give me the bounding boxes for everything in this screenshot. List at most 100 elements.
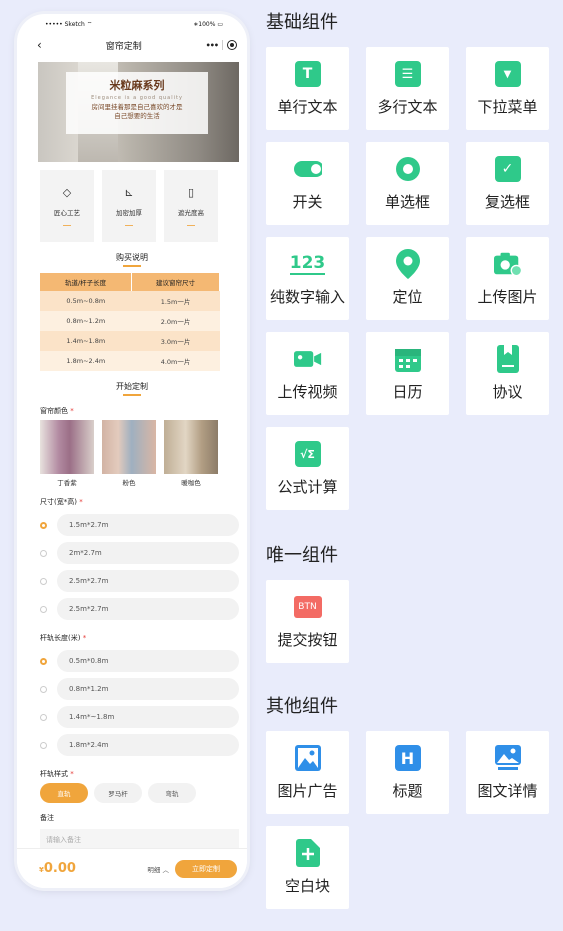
more-icon[interactable]: •••	[206, 41, 219, 50]
detail-toggle[interactable]: 明细 ︿	[147, 864, 169, 874]
component-agreement[interactable]: 协议	[466, 332, 549, 415]
feature-card: ⊾ 加密加厚	[102, 170, 156, 242]
component-label: 提交按钮	[277, 631, 338, 649]
radio-icon[interactable]	[40, 549, 47, 557]
table-header: 建议窗帘尺寸	[131, 273, 220, 291]
buy-guide-title: 购买说明	[17, 252, 247, 267]
number-glyph: 123	[289, 253, 326, 275]
table-row: 1.8m~2.4m 4.0m一片	[40, 351, 220, 371]
size-option[interactable]: 2m*2.7m	[40, 539, 239, 567]
rail-option[interactable]: 1.8m*2.4m	[40, 731, 239, 759]
banner-line2: 自己想要的生活	[114, 112, 160, 120]
mini-program-capsule: •••	[206, 40, 237, 50]
group-title-other: 其他组件	[266, 696, 338, 717]
swatch-label: 粉色	[122, 479, 136, 487]
heading-glyph: H	[394, 745, 421, 771]
table-row: 0.8m~1.2m 2.0m一片	[40, 311, 220, 331]
text-icon: T	[294, 60, 322, 88]
component-multi-line-text[interactable]: ☰ 多行文本	[366, 47, 449, 130]
feature-label: 遮光度高	[178, 209, 204, 217]
component-dropdown[interactable]: ▼ 下拉菜单	[466, 47, 549, 130]
size-label: 尺寸(宽*高) *	[40, 497, 247, 507]
option-pill[interactable]: 1.8m*2.4m	[57, 734, 239, 756]
option-pill[interactable]: 2m*2.7m	[57, 542, 239, 564]
table-header: 轨道/杆子长度	[40, 273, 133, 291]
radio-checked-icon[interactable]	[40, 657, 47, 665]
component-formula[interactable]: √Σ 公式计算	[266, 427, 349, 510]
style-option-straight[interactable]: 直轨	[40, 783, 88, 803]
wifi-icon: ⌔	[86, 21, 93, 28]
table-cell: 1.4m~1.8m	[40, 331, 132, 351]
size-option[interactable]: 2.5m*2.7m	[40, 567, 239, 595]
textarea-icon: ☰	[394, 60, 422, 88]
style-option-roman[interactable]: 罗马杆	[94, 783, 142, 803]
table-cell: 3.0m一片	[131, 331, 220, 351]
remark-label: 备注	[40, 814, 54, 822]
component-label: 上传视频	[277, 383, 338, 401]
rail-option[interactable]: 0.5m*0.8m	[40, 647, 239, 675]
detail-label: 明细	[147, 865, 161, 874]
size-options: 1.5m*2.7m 2m*2.7m 2.5m*2.7m 2.5m*2.7m	[40, 511, 239, 623]
rail-option[interactable]: 0.8m*1.2m	[40, 675, 239, 703]
component-upload-image[interactable]: 上传图片	[466, 237, 549, 320]
component-submit-button[interactable]: BTN 提交按钮	[266, 580, 349, 663]
unique-components-grid: BTN 提交按钮	[266, 580, 549, 663]
btn-glyph: BTN	[293, 596, 322, 618]
component-label: 纯数字输入	[269, 288, 345, 306]
radio-icon[interactable]	[40, 713, 47, 721]
component-image-text[interactable]: 图文详情	[466, 731, 549, 814]
table-row: 0.5m~0.8m 1.5m一片	[40, 291, 220, 311]
component-radio[interactable]: 单选框	[366, 142, 449, 225]
radio-icon[interactable]	[40, 577, 47, 585]
title-underline	[123, 265, 141, 267]
nav-bar: ‹ 窗帘定制 •••	[17, 34, 247, 56]
radio-icon	[394, 155, 422, 183]
banner-line1: 房间里挂着那是自己喜欢的才是	[91, 103, 183, 111]
banner-card: 米粒麻系列 Elegance is a good quality 房间里挂着那是…	[66, 72, 208, 134]
color-swatch[interactable]: 丁香紫	[40, 420, 94, 487]
submit-button-icon: BTN	[293, 593, 322, 621]
image-text-icon	[494, 744, 522, 772]
radio-icon[interactable]	[40, 605, 47, 613]
group-title-basic: 基础组件	[266, 12, 338, 33]
component-calendar[interactable]: 日历	[366, 332, 449, 415]
option-pill[interactable]: 2.5m*2.7m	[57, 598, 239, 620]
component-location[interactable]: 定位	[366, 237, 449, 320]
component-blank-block[interactable]: 空白块	[266, 826, 349, 909]
color-swatch[interactable]: 暖咖色	[164, 420, 218, 487]
signal-icon: •••••	[45, 21, 63, 28]
radio-icon[interactable]	[40, 685, 47, 693]
radio-icon[interactable]	[40, 741, 47, 749]
option-pill[interactable]: 0.8m*1.2m	[57, 678, 239, 700]
heading-icon: H	[394, 744, 422, 772]
back-icon[interactable]: ‹	[37, 39, 42, 51]
capsule-divider	[221, 40, 223, 50]
color-label: 窗帘颜色 *	[40, 406, 247, 416]
title-underline	[123, 394, 141, 396]
battery-icon: ▭	[217, 20, 223, 28]
size-option[interactable]: 2.5m*2.7m	[40, 595, 239, 623]
color-swatch[interactable]: 粉色	[102, 420, 156, 487]
option-pill[interactable]: 0.5m*0.8m	[57, 650, 239, 672]
feature-underline	[125, 225, 133, 226]
component-heading[interactable]: H 标题	[366, 731, 449, 814]
radio-checked-icon[interactable]	[40, 521, 47, 529]
component-switch[interactable]: 开关	[266, 142, 349, 225]
component-image-ad[interactable]: 图片广告	[266, 731, 349, 814]
buy-now-button[interactable]: 立即定制	[175, 859, 237, 878]
option-pill[interactable]: 1.4m*~1.8m	[57, 706, 239, 728]
feature-card: ▯ 遮光度高	[164, 170, 218, 242]
component-single-line-text[interactable]: T 单行文本	[266, 47, 349, 130]
style-option-curved[interactable]: 弯轨	[148, 783, 196, 803]
component-checkbox[interactable]: ✓ 复选框	[466, 142, 549, 225]
close-target-icon[interactable]	[226, 40, 237, 50]
total-price: ¥0.00	[39, 861, 76, 876]
buy-guide-title-text: 购买说明	[116, 253, 148, 262]
option-pill[interactable]: 1.5m*2.7m	[57, 514, 239, 536]
rail-option[interactable]: 1.4m*~1.8m	[40, 703, 239, 731]
table-row: 1.4m~1.8m 3.0m一片	[40, 331, 220, 351]
size-option[interactable]: 1.5m*2.7m	[40, 511, 239, 539]
option-pill[interactable]: 2.5m*2.7m	[57, 570, 239, 592]
component-number-input[interactable]: 123 纯数字输入	[266, 237, 349, 320]
component-upload-video[interactable]: 上传视频	[266, 332, 349, 415]
